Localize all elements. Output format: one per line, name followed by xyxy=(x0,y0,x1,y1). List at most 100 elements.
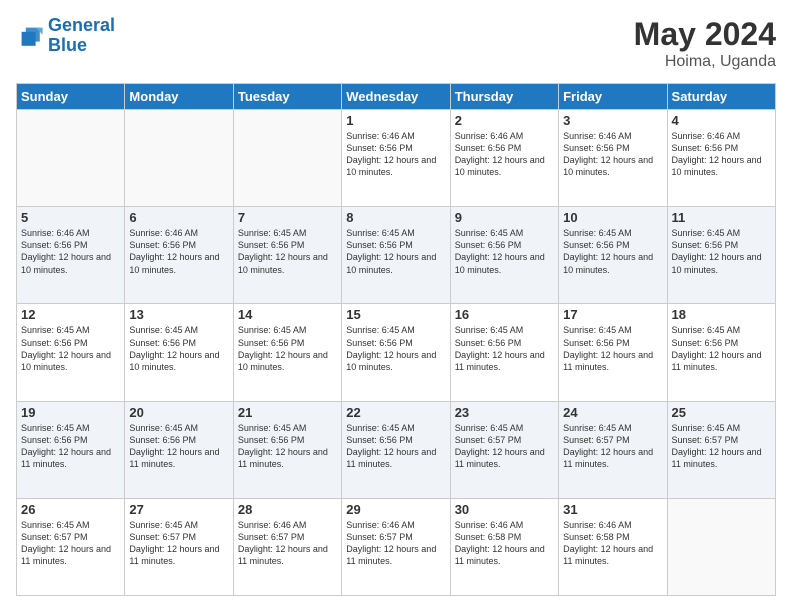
day-cell xyxy=(233,110,341,207)
day-number: 22 xyxy=(346,405,445,420)
day-number: 29 xyxy=(346,502,445,517)
day-cell: 15Sunrise: 6:45 AM Sunset: 6:56 PM Dayli… xyxy=(342,304,450,401)
day-number: 11 xyxy=(672,210,771,225)
day-cell xyxy=(125,110,233,207)
day-cell: 1 Sunrise: 6:46 AM Sunset: 6:56 PM Daylig… xyxy=(342,110,450,207)
day-info: Sunrise: 6:45 AM Sunset: 6:56 PM Dayligh… xyxy=(346,227,445,276)
day-cell: 12Sunrise: 6:45 AM Sunset: 6:56 PM Dayli… xyxy=(17,304,125,401)
day-info: Sunrise: 6:45 AM Sunset: 6:56 PM Dayligh… xyxy=(129,422,228,471)
day-cell: 16 Sunrise: 6:45 AM Sunset: 6:56 PM Dayli… xyxy=(450,304,558,401)
page: General Blue May 2024 Hoima, Uganda Sund… xyxy=(0,0,792,612)
col-header-wednesday: Wednesday xyxy=(342,84,450,110)
day-number: 25 xyxy=(672,405,771,420)
day-info: Sunrise: 6:46 AM Sunset: 6:56 PM Dayligh… xyxy=(21,227,120,276)
day-number: 14 xyxy=(238,307,337,322)
day-number: 6 xyxy=(129,210,228,225)
day-info: Sunrise: 6:46 AM Sunset: 6:56 PM Dayligh… xyxy=(672,130,771,179)
day-number: 18 xyxy=(672,307,771,322)
day-info: Sunrise: 6:45 AM Sunset: 6:56 PM Dayligh… xyxy=(672,324,771,373)
week-row-3: 12Sunrise: 6:45 AM Sunset: 6:56 PM Dayli… xyxy=(17,304,776,401)
day-cell xyxy=(667,498,775,595)
day-info: Sunrise: 6:45 AM Sunset: 6:57 PM Dayligh… xyxy=(563,422,662,471)
col-header-thursday: Thursday xyxy=(450,84,558,110)
day-number: 13 xyxy=(129,307,228,322)
day-info: Sunrise: 6:45 AM Sunset: 6:56 PM Dayligh… xyxy=(455,324,554,373)
day-cell: 14Sunrise: 6:45 AM Sunset: 6:56 PM Dayli… xyxy=(233,304,341,401)
day-info: Sunrise: 6:46 AM Sunset: 6:58 PM Dayligh… xyxy=(455,519,554,568)
day-cell: 10Sunrise: 6:45 AM Sunset: 6:56 PM Dayli… xyxy=(559,207,667,304)
day-number: 24 xyxy=(563,405,662,420)
col-header-monday: Monday xyxy=(125,84,233,110)
day-cell: 6 Sunrise: 6:46 AM Sunset: 6:56 PM Daylig… xyxy=(125,207,233,304)
logo-line2: Blue xyxy=(48,35,87,55)
day-cell: 11 Sunrise: 6:45 AM Sunset: 6:56 PM Dayli… xyxy=(667,207,775,304)
day-number: 23 xyxy=(455,405,554,420)
day-cell: 5 Sunrise: 6:46 AM Sunset: 6:56 PM Daylig… xyxy=(17,207,125,304)
day-cell: 24 Sunrise: 6:45 AM Sunset: 6:57 PM Dayli… xyxy=(559,401,667,498)
week-row-4: 19 Sunrise: 6:45 AM Sunset: 6:56 PM Dayli… xyxy=(17,401,776,498)
day-number: 5 xyxy=(21,210,120,225)
day-number: 9 xyxy=(455,210,554,225)
day-number: 7 xyxy=(238,210,337,225)
week-row-5: 26Sunrise: 6:45 AM Sunset: 6:57 PM Dayli… xyxy=(17,498,776,595)
day-number: 4 xyxy=(672,113,771,128)
day-cell: 23 Sunrise: 6:45 AM Sunset: 6:57 PM Dayli… xyxy=(450,401,558,498)
day-info: Sunrise: 6:45 AM Sunset: 6:56 PM Dayligh… xyxy=(563,324,662,373)
day-cell: 19 Sunrise: 6:45 AM Sunset: 6:56 PM Dayli… xyxy=(17,401,125,498)
day-number: 19 xyxy=(21,405,120,420)
day-info: Sunrise: 6:45 AM Sunset: 6:56 PM Dayligh… xyxy=(238,422,337,471)
day-info: Sunrise: 6:45 AM Sunset: 6:56 PM Dayligh… xyxy=(672,227,771,276)
day-cell: 7Sunrise: 6:45 AM Sunset: 6:56 PM Daylig… xyxy=(233,207,341,304)
day-info: Sunrise: 6:45 AM Sunset: 6:56 PM Dayligh… xyxy=(129,324,228,373)
day-cell: 9 Sunrise: 6:45 AM Sunset: 6:56 PM Daylig… xyxy=(450,207,558,304)
day-number: 27 xyxy=(129,502,228,517)
day-number: 1 xyxy=(346,113,445,128)
day-number: 21 xyxy=(238,405,337,420)
week-row-2: 5 Sunrise: 6:46 AM Sunset: 6:56 PM Daylig… xyxy=(17,207,776,304)
day-number: 20 xyxy=(129,405,228,420)
day-info: Sunrise: 6:46 AM Sunset: 6:56 PM Dayligh… xyxy=(455,130,554,179)
col-header-saturday: Saturday xyxy=(667,84,775,110)
day-info: Sunrise: 6:45 AM Sunset: 6:57 PM Dayligh… xyxy=(455,422,554,471)
day-number: 16 xyxy=(455,307,554,322)
day-info: Sunrise: 6:45 AM Sunset: 6:57 PM Dayligh… xyxy=(129,519,228,568)
day-info: Sunrise: 6:45 AM Sunset: 6:56 PM Dayligh… xyxy=(21,324,120,373)
day-cell: 20 Sunrise: 6:45 AM Sunset: 6:56 PM Dayli… xyxy=(125,401,233,498)
col-header-sunday: Sunday xyxy=(17,84,125,110)
day-cell: 8 Sunrise: 6:45 AM Sunset: 6:56 PM Daylig… xyxy=(342,207,450,304)
day-number: 17 xyxy=(563,307,662,322)
logo: General Blue xyxy=(16,16,115,56)
day-number: 28 xyxy=(238,502,337,517)
day-info: Sunrise: 6:46 AM Sunset: 6:56 PM Dayligh… xyxy=(563,130,662,179)
header-row: SundayMondayTuesdayWednesdayThursdayFrid… xyxy=(17,84,776,110)
col-header-tuesday: Tuesday xyxy=(233,84,341,110)
day-cell: 4 Sunrise: 6:46 AM Sunset: 6:56 PM Daylig… xyxy=(667,110,775,207)
day-cell: 31Sunrise: 6:46 AM Sunset: 6:58 PM Dayli… xyxy=(559,498,667,595)
day-info: Sunrise: 6:45 AM Sunset: 6:56 PM Dayligh… xyxy=(346,422,445,471)
day-cell: 17 Sunrise: 6:45 AM Sunset: 6:56 PM Dayli… xyxy=(559,304,667,401)
day-number: 30 xyxy=(455,502,554,517)
day-number: 15 xyxy=(346,307,445,322)
day-info: Sunrise: 6:46 AM Sunset: 6:57 PM Dayligh… xyxy=(238,519,337,568)
week-row-1: 1 Sunrise: 6:46 AM Sunset: 6:56 PM Daylig… xyxy=(17,110,776,207)
day-number: 8 xyxy=(346,210,445,225)
day-cell: 21 Sunrise: 6:45 AM Sunset: 6:56 PM Dayli… xyxy=(233,401,341,498)
calendar-title: May 2024 xyxy=(634,16,776,53)
day-info: Sunrise: 6:45 AM Sunset: 6:56 PM Dayligh… xyxy=(563,227,662,276)
title-block: May 2024 Hoima, Uganda xyxy=(634,16,776,71)
day-info: Sunrise: 6:45 AM Sunset: 6:56 PM Dayligh… xyxy=(455,227,554,276)
day-info: Sunrise: 6:45 AM Sunset: 6:57 PM Dayligh… xyxy=(21,519,120,568)
calendar-subtitle: Hoima, Uganda xyxy=(634,53,776,71)
day-cell xyxy=(17,110,125,207)
day-info: Sunrise: 6:46 AM Sunset: 6:56 PM Dayligh… xyxy=(346,130,445,179)
day-cell: 25 Sunrise: 6:45 AM Sunset: 6:57 PM Dayli… xyxy=(667,401,775,498)
day-info: Sunrise: 6:46 AM Sunset: 6:58 PM Dayligh… xyxy=(563,519,662,568)
logo-text: General Blue xyxy=(48,16,115,56)
day-info: Sunrise: 6:45 AM Sunset: 6:57 PM Dayligh… xyxy=(672,422,771,471)
day-cell: 2Sunrise: 6:46 AM Sunset: 6:56 PM Daylig… xyxy=(450,110,558,207)
day-cell: 22 Sunrise: 6:45 AM Sunset: 6:56 PM Dayli… xyxy=(342,401,450,498)
day-cell: 30 Sunrise: 6:46 AM Sunset: 6:58 PM Dayli… xyxy=(450,498,558,595)
header: General Blue May 2024 Hoima, Uganda xyxy=(16,16,776,71)
day-info: Sunrise: 6:45 AM Sunset: 6:56 PM Dayligh… xyxy=(21,422,120,471)
day-info: Sunrise: 6:46 AM Sunset: 6:56 PM Dayligh… xyxy=(129,227,228,276)
